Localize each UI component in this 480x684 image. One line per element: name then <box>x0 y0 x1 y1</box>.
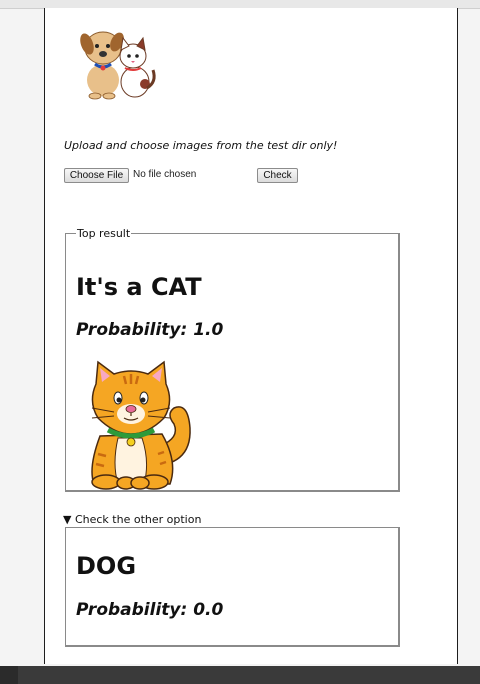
other-option-toggle[interactable]: ▼ Check the other option <box>63 513 201 526</box>
taskbar <box>0 666 480 684</box>
other-option-heading: DOG <box>76 552 137 580</box>
other-option-probability: Probability: 0.0 <box>76 600 224 620</box>
page-content: Upload and choose images from the test d… <box>44 8 458 664</box>
choose-file-button[interactable]: Choose File <box>64 168 129 183</box>
upload-instructions: Upload and choose images from the test d… <box>64 139 338 152</box>
check-button[interactable]: Check <box>257 168 298 183</box>
dog-and-cat-logo-icon <box>80 31 156 100</box>
top-result-probability: Probability: 1.0 <box>76 320 224 340</box>
cat-result-icon <box>91 360 191 490</box>
other-option-fieldset: DOG Probability: 0.0 <box>65 527 400 647</box>
file-status-text: No file chosen <box>133 169 197 180</box>
top-result-fieldset: Top result It's a CAT Probability: 1.0 <box>65 227 400 492</box>
top-result-legend: Top result <box>77 227 131 240</box>
top-result-heading: It's a CAT <box>76 273 202 301</box>
